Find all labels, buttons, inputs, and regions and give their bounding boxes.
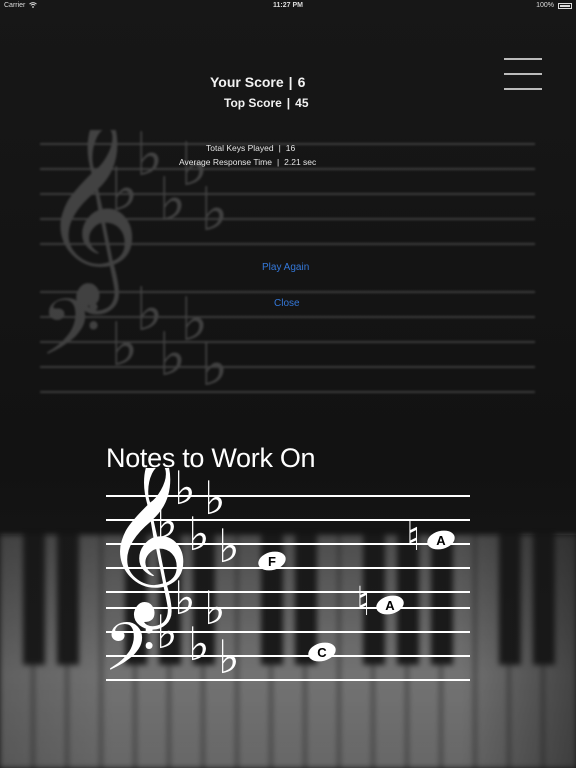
note-label: F bbox=[268, 554, 276, 569]
menu-button[interactable] bbox=[504, 58, 542, 92]
natural-icon: ♮ bbox=[356, 579, 370, 625]
bass-clef-icon: 𝄢 bbox=[104, 609, 155, 698]
natural-icon: ♮ bbox=[406, 514, 420, 560]
flat-icon: ♭ bbox=[204, 471, 226, 525]
your-score-label: Your Score bbox=[210, 74, 284, 90]
total-keys-played: Total Keys Played | 16 bbox=[206, 143, 295, 153]
top-score-value: 45 bbox=[295, 96, 309, 110]
your-score: Your Score | 6 bbox=[210, 74, 305, 90]
close-button[interactable]: Close bbox=[274, 298, 300, 309]
note-bass-c: C bbox=[308, 642, 336, 662]
flat-icon: ♭ bbox=[218, 519, 240, 573]
keys-played-value: 16 bbox=[285, 143, 296, 153]
average-response-time: Average Response Time | 2.21 sec bbox=[179, 157, 316, 167]
note-label: C bbox=[317, 645, 327, 660]
top-score-label: Top Score bbox=[224, 96, 282, 110]
response-time-value: 2.21 sec bbox=[284, 157, 317, 167]
status-time: 11:27 PM bbox=[273, 2, 303, 9]
note-label: A bbox=[385, 598, 395, 613]
note-treble-f: F bbox=[258, 551, 286, 571]
note-label: A bbox=[436, 533, 446, 548]
svg-text:𝄢: 𝄢 bbox=[40, 283, 101, 393]
flat-icon: ♭ bbox=[204, 581, 226, 635]
your-score-value: 6 bbox=[297, 74, 306, 90]
note-bass-a-natural: ♮ A bbox=[356, 579, 404, 625]
battery-icon bbox=[558, 3, 572, 9]
response-time-label: Average Response Time bbox=[179, 157, 272, 167]
separator: | bbox=[278, 143, 281, 153]
keys-played-label: Total Keys Played bbox=[206, 143, 274, 153]
menu-line bbox=[504, 88, 542, 90]
separator: | bbox=[276, 157, 280, 167]
separator: | bbox=[288, 74, 293, 90]
flat-icon: ♭ bbox=[218, 630, 240, 684]
hamburger-menu-icon bbox=[504, 58, 542, 60]
svg-text:♭: ♭ bbox=[200, 330, 228, 400]
menu-line bbox=[504, 73, 542, 75]
top-score: Top Score | 45 bbox=[224, 96, 309, 110]
status-bar: Carrier 11:27 PM 100% bbox=[0, 0, 576, 12]
separator: | bbox=[286, 96, 291, 110]
svg-text:♭: ♭ bbox=[200, 175, 228, 245]
notes-grand-staff: 𝄞 𝄢 ♭ ♭ ♭ ♭ ♭ ♭ ♭ ♭ ♭ ♭ F ♮ A ♮ A C bbox=[102, 468, 470, 698]
background-grand-staff: 𝄞 𝄢 ♭♭♭ ♭♭ ♭♭♭ ♭♭ bbox=[40, 130, 535, 400]
play-again-button[interactable]: Play Again bbox=[262, 262, 309, 273]
battery-percent: 100% bbox=[536, 2, 554, 9]
